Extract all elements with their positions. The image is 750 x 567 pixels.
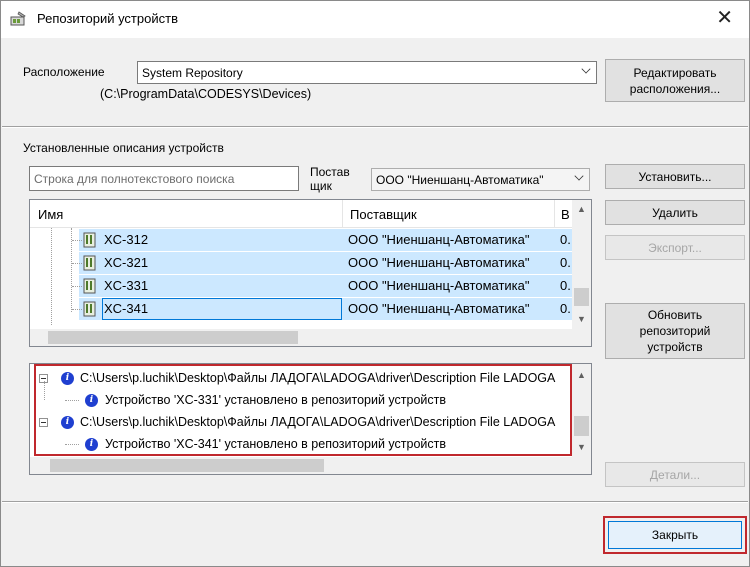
separator xyxy=(2,126,748,128)
vendor-selected: ООО "Ниеншанц-Автоматика" xyxy=(376,173,544,187)
device-name: XC-321 xyxy=(104,255,149,270)
device-vendor: ООО "Ниеншанц-Автоматика" xyxy=(348,301,530,316)
info-icon: i xyxy=(61,416,74,429)
location-path: (C:\ProgramData\CODESYS\Devices) xyxy=(100,87,312,101)
scroll-thumb[interactable] xyxy=(574,288,589,306)
search-input[interactable] xyxy=(30,167,298,190)
location-dropdown[interactable]: System Repository xyxy=(137,61,597,84)
close-button-highlight: Закрыть xyxy=(603,516,747,554)
scroll-up-icon[interactable]: ▲ xyxy=(572,200,591,217)
device-version: 0. xyxy=(560,255,571,270)
delete-button[interactable]: Удалить xyxy=(605,200,745,225)
vertical-scrollbar[interactable]: ▲ ▼ xyxy=(572,364,591,457)
log-entry[interactable]: i Устройство 'XC-331' установлено в репо… xyxy=(30,381,573,411)
device-module-icon xyxy=(83,278,96,294)
tree-connector xyxy=(72,240,82,241)
tree-guide-line xyxy=(44,381,45,400)
details-button[interactable]: Детали... xyxy=(605,462,745,487)
tree-connector xyxy=(65,400,79,401)
column-header-vendor[interactable]: Поставщик xyxy=(350,207,417,222)
log-path: C:\Users\p.luchik\Desktop\Файлы ЛАДОГА\L… xyxy=(80,371,556,385)
tree-connector xyxy=(72,286,82,287)
device-vendor: ООО "Ниеншанц-Автоматика" xyxy=(348,232,530,247)
device-name: XC-312 xyxy=(104,232,149,247)
collapse-icon[interactable] xyxy=(39,418,48,427)
vendor-dropdown[interactable]: ООО "Ниеншанц-Автоматика" xyxy=(371,168,590,191)
list-rows: XC-312 ООО "Ниеншанц-Автоматика" 0. XC-3… xyxy=(30,228,573,325)
chevron-down-icon xyxy=(581,64,591,74)
scroll-down-icon[interactable]: ▼ xyxy=(572,438,591,455)
close-icon[interactable]: ✕ xyxy=(716,7,733,27)
device-module-icon xyxy=(83,232,96,248)
scroll-thumb[interactable] xyxy=(50,459,324,472)
scroll-thumb[interactable] xyxy=(574,416,589,436)
scroll-up-icon[interactable]: ▲ xyxy=(572,366,591,383)
scroll-corner xyxy=(572,329,591,346)
vendor-label-line2: щик xyxy=(310,179,332,193)
chevron-down-icon xyxy=(574,171,584,181)
tree-connector xyxy=(72,263,82,264)
horizontal-scrollbar[interactable] xyxy=(30,457,573,474)
separator xyxy=(2,501,748,503)
tree-connector xyxy=(72,309,82,310)
location-label: Расположение xyxy=(23,65,105,79)
device-repository-dialog: Репозиторий устройств ✕ Расположение Sys… xyxy=(0,0,750,567)
device-tree-list[interactable]: Имя Поставщик В XC-312 ООО "Ниеншанц-Авт… xyxy=(29,199,592,347)
device-version: 0. xyxy=(560,301,571,316)
column-divider xyxy=(554,200,555,228)
tree-connector xyxy=(65,444,79,445)
scroll-thumb[interactable] xyxy=(48,331,298,344)
table-row[interactable]: XC-321 ООО "Ниеншанц-Автоматика" 0. xyxy=(30,252,573,274)
log-entry[interactable]: i C:\Users\p.luchik\Desktop\Файлы ЛАДОГА… xyxy=(30,411,573,433)
log-message: Устройство 'XC-331' установлено в репози… xyxy=(105,393,446,407)
list-header: Имя Поставщик В xyxy=(30,200,573,228)
device-vendor: ООО "Ниеншанц-Автоматика" xyxy=(348,278,530,293)
scroll-down-icon[interactable]: ▼ xyxy=(572,310,591,327)
device-vendor: ООО "Ниеншанц-Автоматика" xyxy=(348,255,530,270)
device-module-icon xyxy=(83,301,96,317)
device-name: XC-331 xyxy=(104,278,149,293)
log-entry[interactable]: i C:\Users\p.luchik\Desktop\Файлы ЛАДОГА… xyxy=(30,367,573,389)
vendor-label: Постав щик xyxy=(310,165,350,193)
close-button[interactable]: Закрыть xyxy=(608,521,742,549)
title-bar: Репозиторий устройств ✕ xyxy=(1,1,749,38)
device-version: 0. xyxy=(560,278,571,293)
log-path: C:\Users\p.luchik\Desktop\Файлы ЛАДОГА\L… xyxy=(80,415,556,429)
info-icon: i xyxy=(85,394,98,407)
window-title: Репозиторий устройств xyxy=(37,11,178,26)
edit-locations-button[interactable]: Редактировать расположения... xyxy=(605,59,745,102)
column-header-name[interactable]: Имя xyxy=(38,207,63,222)
refresh-repository-button[interactable]: Обновить репозиторий устройств xyxy=(605,303,745,359)
info-icon: i xyxy=(85,438,98,451)
scroll-corner xyxy=(572,457,591,474)
search-field[interactable] xyxy=(29,166,299,191)
device-module-icon xyxy=(83,255,96,271)
info-icon: i xyxy=(61,372,74,385)
table-row[interactable]: XC-331 ООО "Ниеншанц-Автоматика" 0. xyxy=(30,275,573,297)
log-message: Устройство 'XC-341' установлено в репози… xyxy=(105,437,446,451)
column-header-version[interactable]: В xyxy=(561,207,570,222)
device-version: 0. xyxy=(560,232,571,247)
installed-descriptions-label: Установленные описания устройств xyxy=(23,141,224,155)
table-row[interactable]: XC-341 ООО "Ниеншанц-Автоматика" 0. xyxy=(30,298,573,320)
vertical-scrollbar[interactable]: ▲ ▼ xyxy=(572,200,591,329)
device-name: XC-341 xyxy=(104,301,149,316)
horizontal-scrollbar[interactable] xyxy=(30,329,573,346)
column-divider xyxy=(342,200,343,228)
table-row[interactable]: XC-312 ООО "Ниеншанц-Автоматика" 0. xyxy=(30,229,573,251)
vendor-label-line1: Постав xyxy=(310,165,350,179)
install-log[interactable]: i C:\Users\p.luchik\Desktop\Файлы ЛАДОГА… xyxy=(29,363,592,475)
install-button[interactable]: Установить... xyxy=(605,164,745,189)
log-entry[interactable]: i Устройство 'XC-341' установлено в репо… xyxy=(30,433,573,455)
location-selected: System Repository xyxy=(142,66,243,80)
device-repository-icon xyxy=(10,11,26,26)
export-button[interactable]: Экспорт... xyxy=(605,235,745,260)
